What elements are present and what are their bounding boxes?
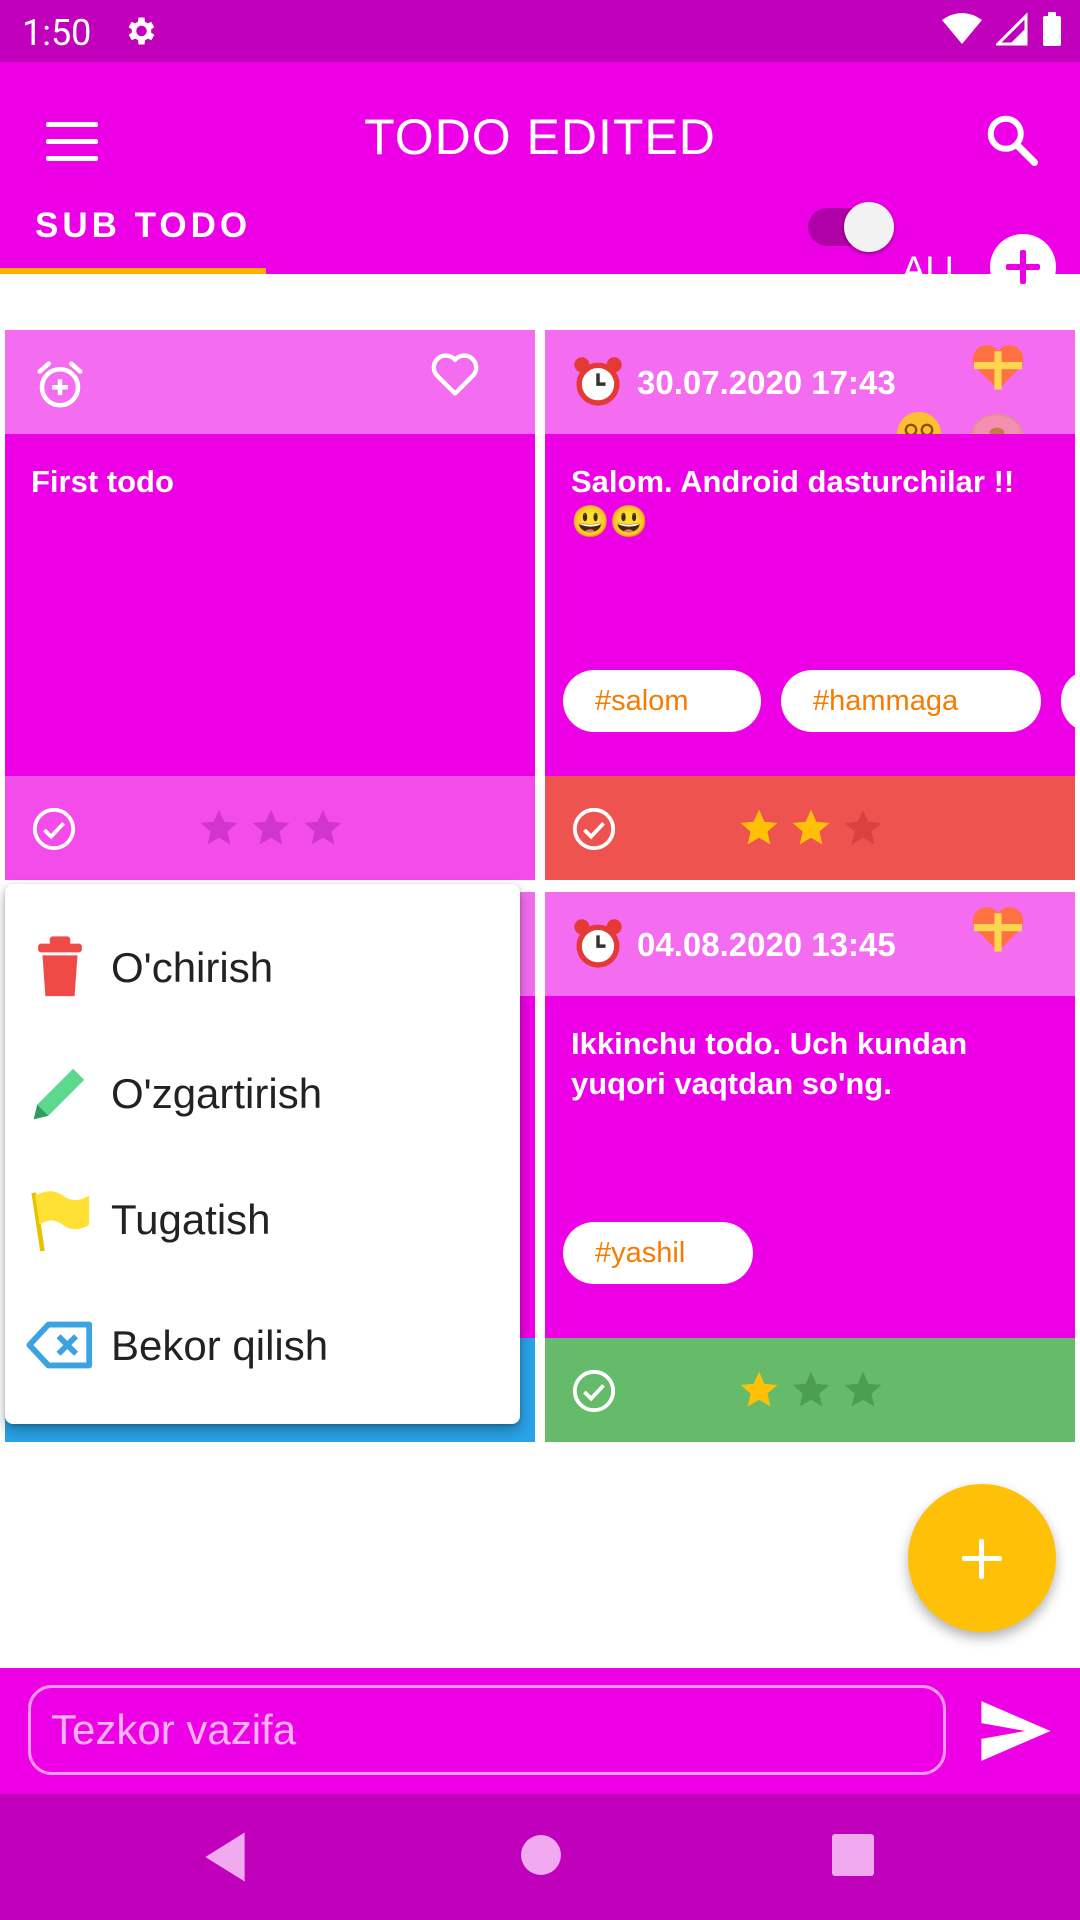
star-icon [304, 809, 342, 845]
add-alarm-icon[interactable] [33, 358, 87, 412]
tag-chip[interactable]: #yashil [563, 1222, 753, 1284]
todo-card[interactable]: 04.08.2020 13:45 Ikkinchu todo. Uch kund… [545, 892, 1075, 1442]
star-icon [792, 809, 830, 845]
tab-sub-todo[interactable]: SUB TODO [0, 178, 266, 274]
heart-outline-icon[interactable] [429, 350, 481, 398]
card-footer [5, 776, 535, 880]
todo-card[interactable]: First todo [5, 330, 535, 880]
star-rating[interactable] [737, 1368, 885, 1412]
card-body: Ikkinchu todo. Uch kundan yuqori vaqtdan… [545, 996, 1075, 1338]
star-icon [740, 1371, 778, 1407]
tag-chip[interactable]: #salom [563, 670, 761, 732]
context-popup-menu: O'chirish O'zgartirish Tugatish Bekor qi… [5, 884, 520, 1424]
gift-heart-icon[interactable] [969, 906, 1027, 954]
gift-heart-icon[interactable] [969, 344, 1027, 392]
send-icon[interactable] [978, 1698, 1054, 1764]
card-footer [545, 1338, 1075, 1442]
menu-item-cancel[interactable]: Bekor qilish [5, 1282, 520, 1408]
todo-text: First todo [31, 464, 174, 499]
card-body: First todo [5, 434, 535, 776]
alarm-clock-icon [574, 919, 622, 968]
todo-date: 04.08.2020 13:45 [637, 926, 896, 963]
trash-icon [38, 936, 82, 997]
status-time: 1:50 [22, 12, 92, 54]
menu-item-edit[interactable]: O'zgartirish [5, 1030, 520, 1156]
tag-chip-partial[interactable] [1061, 670, 1075, 732]
card-body: Salom. Android dasturchilar !! 😃😃 #salom… [545, 434, 1075, 776]
alarm-clock-icon [574, 357, 622, 406]
wifi-icon [942, 13, 982, 44]
star-icon [844, 1371, 882, 1407]
todo-date: 30.07.2020 17:43 [637, 364, 896, 401]
add-todo-fab[interactable] [908, 1484, 1056, 1632]
star-icon [200, 809, 238, 845]
todo-text: Salom. Android dasturchilar !! 😃😃 [571, 464, 1015, 539]
star-icon [792, 1371, 830, 1407]
flag-icon [31, 1191, 90, 1252]
menu-item-finish[interactable]: Tugatish [5, 1156, 520, 1282]
card-header [5, 330, 535, 434]
add-circle-icon[interactable] [990, 234, 1056, 300]
battery-icon [1043, 12, 1061, 46]
card-header: 30.07.2020 17:43 [545, 330, 1075, 456]
star-rating[interactable] [197, 806, 345, 850]
check-circle-icon[interactable] [31, 806, 77, 852]
star-rating[interactable] [737, 806, 885, 850]
pencil-icon [33, 1068, 85, 1120]
star-icon [252, 809, 290, 845]
todo-card[interactable]: 30.07.2020 17:43 Salom. Android dasturch… [545, 330, 1075, 880]
menu-item-label: O'zgartirish [111, 1070, 323, 1117]
toggle-knob [844, 202, 894, 252]
tab-indicator [0, 268, 266, 274]
menu-item-label: Bekor qilish [111, 1322, 329, 1369]
system-nav-bar [0, 1794, 1080, 1920]
star-icon [740, 809, 778, 845]
menu-item-label: O'chirish [111, 944, 274, 991]
quick-task-input[interactable] [28, 1685, 946, 1775]
all-toggle-label: ALL [902, 250, 965, 289]
settings-gear-icon [128, 17, 155, 45]
signal-icon [996, 12, 1028, 46]
tab-label: SUB TODO [35, 206, 252, 245]
status-bar: 1:50 [0, 0, 1080, 62]
back-nav-icon[interactable] [200, 1830, 250, 1884]
todo-text: Ikkinchu todo. Uch kundan yuqori vaqtdan… [571, 1026, 968, 1101]
check-circle-icon[interactable] [571, 806, 617, 852]
search-icon[interactable] [982, 110, 1042, 170]
all-toggle-switch[interactable] [808, 186, 896, 266]
backspace-icon [26, 1321, 93, 1369]
check-circle-icon[interactable] [571, 1368, 617, 1414]
tag-chip[interactable]: #hammaga [781, 670, 1041, 732]
app-title: TODO EDITED [364, 109, 716, 165]
quick-task-bar [0, 1668, 1080, 1794]
menu-item-label: Tugatish [111, 1196, 271, 1243]
recents-nav-icon[interactable] [832, 1834, 874, 1876]
menu-item-delete[interactable]: O'chirish [5, 904, 520, 1030]
star-icon [844, 809, 882, 845]
card-footer [545, 776, 1075, 880]
home-nav-icon[interactable] [520, 1834, 562, 1876]
card-header: 04.08.2020 13:45 [545, 892, 1075, 996]
